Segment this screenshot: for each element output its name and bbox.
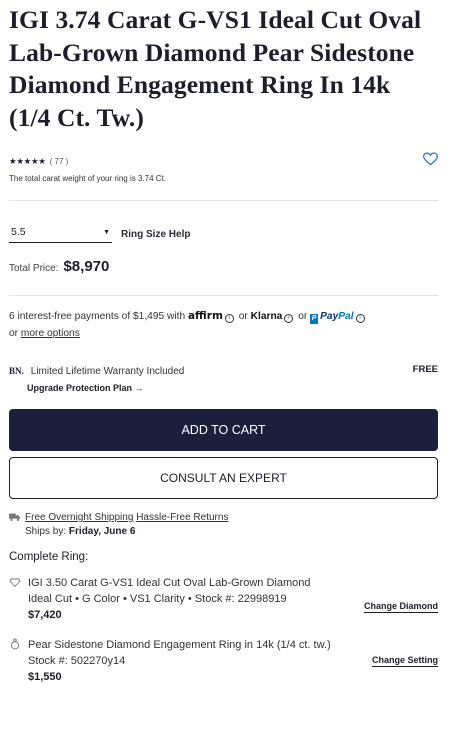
rating-row: ★★★★★ ( 77 ) (9, 152, 438, 168)
klarna-logo[interactable]: Klarna (251, 311, 283, 322)
heart-icon[interactable] (423, 152, 438, 166)
change-diamond-link[interactable]: Change Diamond (363, 601, 438, 613)
add-to-cart-button[interactable]: ADD TO CART (9, 409, 438, 451)
paypal-icon: P (310, 314, 319, 324)
warranty-label: Limited Lifetime Warranty Included (30, 365, 185, 377)
hassle-free-returns-link[interactable]: Hassle-Free Returns (136, 512, 228, 523)
diamond-details: IGI 3.50 Carat G-VS1 Ideal Cut Oval Lab-… (28, 575, 348, 623)
upgrade-protection-link[interactable]: Upgrade Protection Plan → (27, 383, 438, 393)
more-options-link[interactable]: more options (21, 328, 80, 339)
star-rating[interactable]: ★★★★★ (9, 156, 46, 167)
total-price-amount: $8,970 (63, 258, 110, 275)
ring-size-help-link[interactable]: Ring Size Help (121, 229, 190, 240)
diamond-name: IGI 3.50 Carat G-VS1 Ideal Cut Oval Lab-… (28, 577, 311, 589)
free-overnight-shipping-link[interactable]: Free Overnight Shipping (25, 512, 133, 523)
setting-specs: Stock #: 502270y14 (28, 655, 126, 667)
ring-size-select[interactable]: 5.5 ▼ (9, 225, 112, 243)
setting-price: $1,550 (28, 671, 62, 683)
complete-ring-setting: Pear Sidestone Diamond Engagement Ring i… (9, 637, 438, 685)
diamond-specs: Ideal Cut • G Color • VS1 Clarity • Stoc… (28, 593, 287, 605)
consult-expert-button[interactable]: CONSULT AN EXPERT (9, 457, 438, 499)
setting-name: Pear Sidestone Diamond Engagement Ring i… (28, 639, 331, 651)
divider (9, 200, 438, 201)
ships-by-date: Friday, June 6 (68, 525, 136, 537)
change-setting-link[interactable]: Change Setting (371, 655, 438, 667)
product-detail: IGI 3.74 Carat G-VS1 Ideal Cut Oval Lab-… (9, 0, 438, 685)
paypal-logo[interactable]: P PayPal (310, 311, 354, 324)
caret-down-icon: ▼ (103, 228, 110, 236)
info-icon[interactable]: i (284, 314, 294, 323)
or-text: or (9, 328, 19, 339)
setting-details: Pear Sidestone Diamond Engagement Ring i… (28, 637, 348, 685)
divider (9, 295, 438, 296)
size-row: 5.5 ▼ Ring Size Help (9, 225, 438, 243)
carat-note: The total carat weight of your ring is 3… (9, 174, 166, 183)
complete-ring-diamond: IGI 3.50 Carat G-VS1 Ideal Cut Oval Lab-… (9, 575, 438, 623)
or-text: or (238, 311, 248, 322)
financing-text: 6 interest-free payments of $1,495 with (9, 311, 186, 322)
or-text: or (298, 311, 308, 322)
shipping-info: Free Overnight Shipping Hassle-Free Retu… (9, 511, 438, 538)
review-count[interactable]: ( 77 ) (50, 157, 69, 166)
info-icon[interactable]: i (224, 314, 234, 323)
complete-ring-title: Complete Ring: (9, 551, 89, 563)
paypal-logo-pal: Pal (338, 311, 354, 322)
warranty-row: BN. Limited Lifetime Warranty Included F… (9, 364, 438, 378)
product-title: IGI 3.74 Carat G-VS1 Ideal Cut Oval Lab-… (9, 5, 422, 132)
paypal-logo-pay: Pay (320, 311, 339, 322)
diamond-price: $7,420 (28, 609, 62, 621)
total-price: Total Price: $8,970 (9, 258, 438, 275)
shipping-text: Free Overnight Shipping Hassle-Free Retu… (25, 511, 228, 538)
affirm-logo[interactable]: affirm (188, 310, 223, 322)
ring-icon (10, 638, 20, 650)
truck-icon (9, 513, 21, 521)
ships-by: Ships by: Friday, June 6 (25, 525, 228, 539)
total-price-label: Total Price: (9, 263, 59, 274)
bn-logo: BN. (9, 366, 24, 376)
diamond-outline-icon (9, 578, 21, 588)
ships-by-label: Ships by: (25, 525, 67, 537)
ring-size-value: 5.5 (11, 226, 26, 238)
warranty-free-badge: FREE (412, 364, 438, 375)
info-icon[interactable]: i (355, 314, 365, 323)
financing-options: 6 interest-free payments of $1,495 with … (9, 308, 438, 342)
